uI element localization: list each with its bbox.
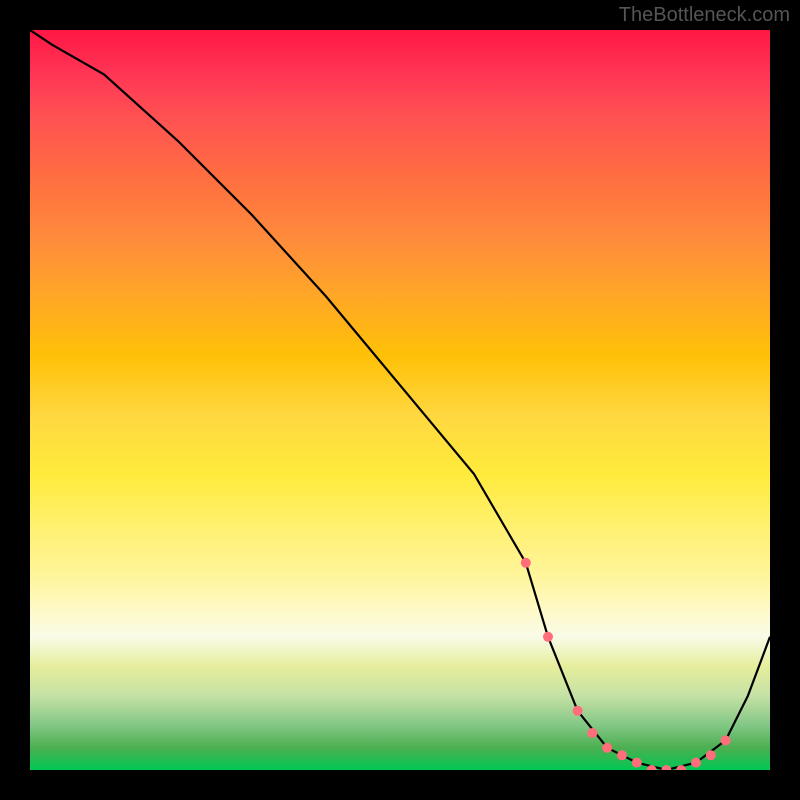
marker-point	[706, 750, 716, 760]
marker-point	[617, 750, 627, 760]
plot-area	[30, 30, 770, 770]
marker-group	[521, 558, 731, 770]
marker-point	[632, 758, 642, 768]
chart-overlay	[30, 30, 770, 770]
marker-point	[602, 743, 612, 753]
marker-point	[573, 706, 583, 716]
marker-point	[691, 758, 701, 768]
attribution-text: TheBottleneck.com	[619, 4, 790, 27]
marker-point	[543, 632, 553, 642]
marker-point	[721, 735, 731, 745]
marker-point	[521, 558, 531, 568]
marker-point	[587, 728, 597, 738]
bottleneck-curve	[30, 30, 770, 770]
marker-point	[661, 765, 671, 770]
